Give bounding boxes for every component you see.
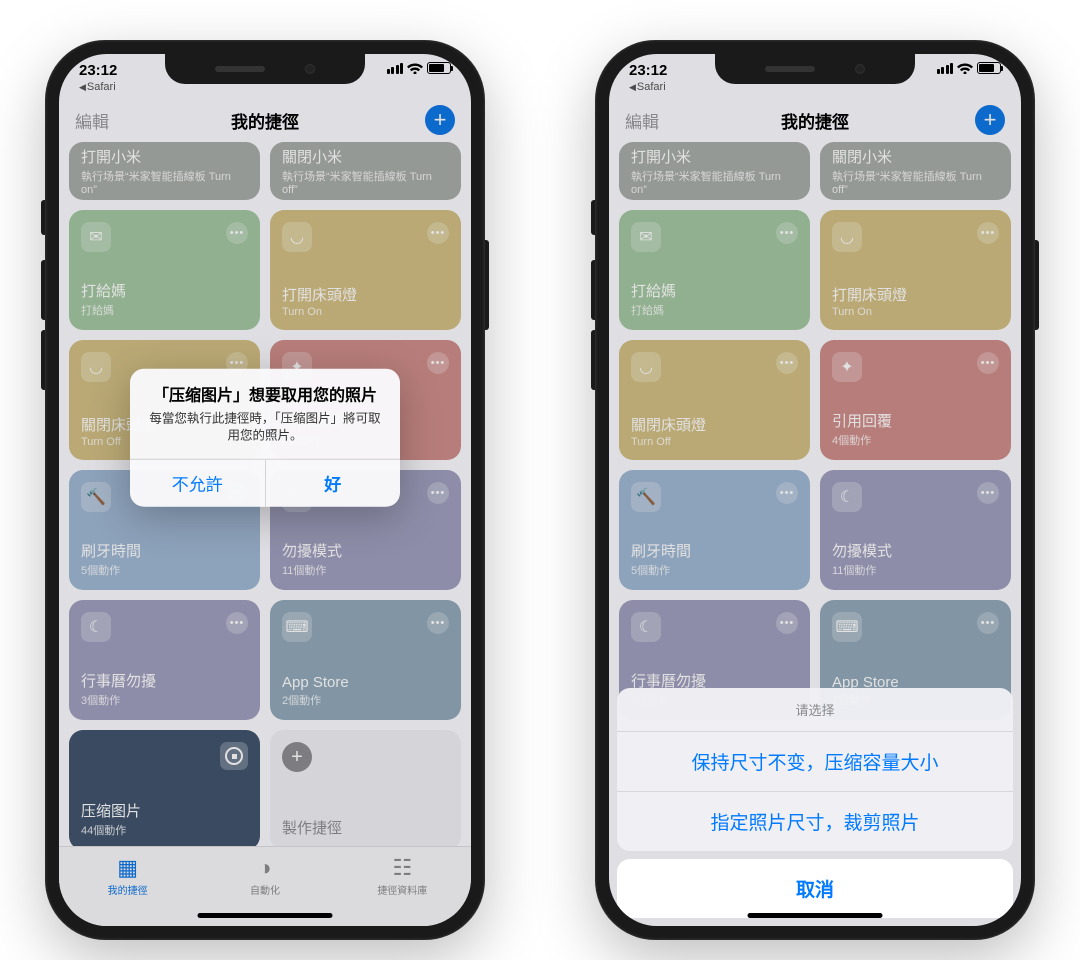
home-indicator[interactable]	[748, 913, 883, 918]
alert-allow-button[interactable]: 好	[266, 460, 401, 507]
sheet-option-keep-size[interactable]: 保持尺寸不变，压缩容量大小	[617, 732, 1013, 791]
phone-mockup-left: 23:12 Safari 編輯 我的捷徑 + 打開小米 執行场景“米家智能插線板…	[45, 40, 485, 940]
alert-title: 「压缩图片」想要取用您的照片	[146, 386, 384, 407]
permission-alert: 「压缩图片」想要取用您的照片 每當您執行此捷徑時，「压缩图片」將可取用您的照片。…	[130, 368, 400, 507]
alert-message: 每當您執行此捷徑時，「压缩图片」將可取用您的照片。	[146, 411, 384, 445]
screen: 23:12 Safari 編輯 我的捷徑 + 打開小米 執行场景“米家智能插線板…	[609, 54, 1021, 926]
screen: 23:12 Safari 編輯 我的捷徑 + 打開小米 執行场景“米家智能插線板…	[59, 54, 471, 926]
phone-mockup-right: 23:12 Safari 編輯 我的捷徑 + 打開小米 執行场景“米家智能插線板…	[595, 40, 1035, 940]
alert-deny-button[interactable]: 不允許	[130, 460, 266, 507]
notch	[165, 54, 365, 84]
sheet-cancel-button[interactable]: 取消	[617, 859, 1013, 918]
sheet-option-resize[interactable]: 指定照片尺寸，裁剪照片	[617, 791, 1013, 851]
notch	[715, 54, 915, 84]
action-sheet: 请选择 保持尺寸不变，压缩容量大小 指定照片尺寸，裁剪照片 取消	[617, 688, 1013, 918]
sheet-title: 请选择	[617, 688, 1013, 732]
